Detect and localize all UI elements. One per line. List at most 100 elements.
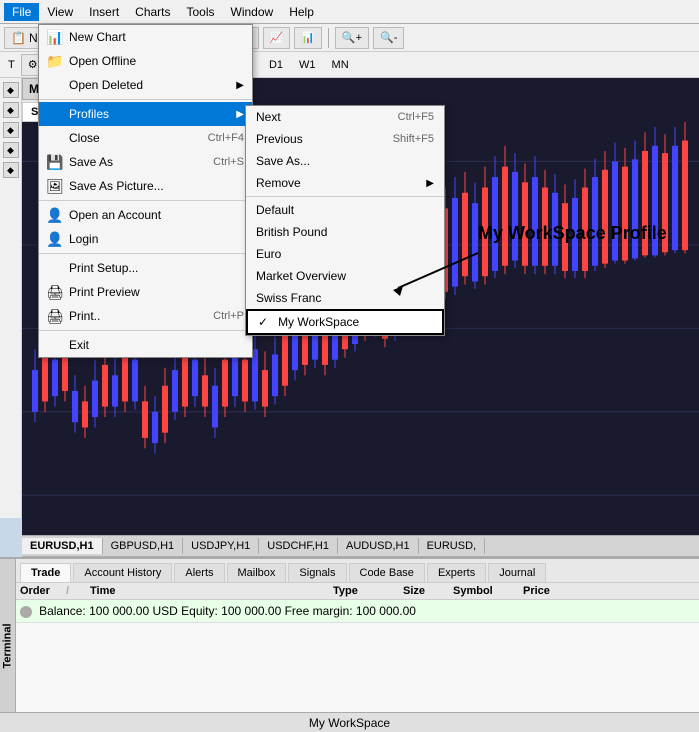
- menu-window[interactable]: Window: [223, 3, 282, 21]
- sidebar-btn-5[interactable]: ◆: [3, 162, 19, 178]
- zoom-in-button[interactable]: 🔍+: [335, 27, 369, 49]
- menu-item-login[interactable]: 👤 Login: [39, 227, 252, 251]
- menu-charts[interactable]: Charts: [127, 3, 178, 21]
- sidebar-btn-1[interactable]: ◆: [3, 82, 19, 98]
- terminal-tab-codebase[interactable]: Code Base: [349, 563, 425, 582]
- chart-tab-gbpusd[interactable]: GBPUSD,H1: [103, 538, 184, 554]
- tf-d1[interactable]: D1: [262, 56, 290, 74]
- print-preview-icon: 🖨: [47, 284, 63, 300]
- tf-w1[interactable]: W1: [292, 56, 323, 74]
- menu-item-print-label: Print..: [69, 309, 207, 323]
- terminal-tabs: Trade Account History Alerts Mailbox Sig…: [16, 559, 699, 583]
- sidebar-btn-2[interactable]: ◆: [3, 102, 19, 118]
- profiles-market-overview-label: Market Overview: [256, 269, 346, 283]
- profiles-item-my-workspace[interactable]: ✓ My WorkSpace: [246, 309, 444, 335]
- terminal-tab-signals[interactable]: Signals: [288, 563, 346, 582]
- terminal-tab-mailbox[interactable]: Mailbox: [227, 563, 287, 582]
- tf-label: T: [4, 59, 19, 71]
- menu-item-save-as-picture[interactable]: 🖼 Save As Picture...: [39, 174, 252, 198]
- zoom-out-button[interactable]: 🔍-: [373, 27, 404, 49]
- chart-tab-usdchf[interactable]: USDCHF,H1: [259, 538, 338, 554]
- profiles-submenu: Next Ctrl+F5 Previous Shift+F5 Save As..…: [245, 105, 445, 336]
- menu-insert[interactable]: Insert: [81, 3, 127, 21]
- col-arrow: /: [66, 585, 86, 597]
- open-account-icon: 👤: [47, 207, 63, 223]
- chart-tab-eurusd[interactable]: EURUSD,H1: [22, 538, 103, 554]
- statusbar: My WorkSpace: [0, 712, 699, 732]
- profiles-save-as-label: Save As...: [256, 154, 310, 168]
- menu-tools[interactable]: Tools: [179, 3, 223, 21]
- open-offline-icon: 📁: [47, 53, 63, 69]
- menu-item-print-setup-label: Print Setup...: [69, 261, 244, 275]
- sidebar-btn-4[interactable]: ◆: [3, 142, 19, 158]
- terminal-tab-account-history[interactable]: Account History: [73, 563, 172, 582]
- chart-tab-usdjpy[interactable]: USDJPY,H1: [183, 538, 259, 554]
- profiles-previous-label: Previous: [256, 132, 303, 146]
- terminal-tab-alerts[interactable]: Alerts: [174, 563, 224, 582]
- chart-icon-button[interactable]: 📈: [263, 27, 291, 49]
- menu-item-close[interactable]: Close Ctrl+F4: [39, 126, 252, 150]
- profiles-euro-label: Euro: [256, 247, 281, 261]
- tf-mn[interactable]: MN: [325, 56, 356, 74]
- menu-item-profiles[interactable]: Profiles ▶: [39, 102, 252, 126]
- col-order: Order: [16, 585, 66, 597]
- balance-text: Balance: 100 000.00 USD Equity: 100 000.…: [39, 604, 416, 618]
- menu-item-save-as[interactable]: 💾 Save As Ctrl+S: [39, 150, 252, 174]
- profiles-icon: [47, 106, 63, 122]
- save-picture-icon: 🖼: [47, 178, 63, 194]
- col-symbol: Symbol: [449, 585, 519, 597]
- menu-item-exit-label: Exit: [69, 338, 244, 352]
- terminal-column-headers: Order / Time Type Size Symbol Price: [16, 583, 699, 600]
- profiles-next-shortcut: Ctrl+F5: [398, 111, 434, 123]
- profiles-item-british-pound[interactable]: British Pound: [246, 221, 444, 243]
- print-setup-icon: [47, 260, 63, 276]
- chart-tabs-bar: EURUSD,H1 GBPUSD,H1 USDJPY,H1 USDCHF,H1 …: [22, 535, 699, 557]
- menu-item-print-setup[interactable]: Print Setup...: [39, 256, 252, 280]
- profiles-arrow: ▶: [236, 109, 244, 120]
- profiles-my-workspace-label: My WorkSpace: [278, 315, 359, 329]
- terminal-tab-experts[interactable]: Experts: [427, 563, 486, 582]
- menu-item-open-account[interactable]: 👤 Open an Account: [39, 203, 252, 227]
- profiles-item-swiss-franc[interactable]: Swiss Franc: [246, 287, 444, 309]
- menu-item-exit[interactable]: Exit: [39, 333, 252, 357]
- menu-file[interactable]: File: [4, 3, 39, 21]
- menu-item-new-chart[interactable]: 📊 New Chart: [39, 25, 252, 49]
- chart2-icon-button[interactable]: 📊: [294, 27, 322, 49]
- terminal-tab-journal[interactable]: Journal: [488, 563, 546, 582]
- terminal-label: Terminal: [0, 559, 16, 732]
- profiles-item-market-overview[interactable]: Market Overview: [246, 265, 444, 287]
- print-shortcut: Ctrl+P: [213, 310, 244, 322]
- sep-4: [39, 330, 252, 331]
- profiles-item-next[interactable]: Next Ctrl+F5: [246, 106, 444, 128]
- profiles-item-save-as[interactable]: Save As...: [246, 150, 444, 172]
- menu-item-save-as-label: Save As: [69, 155, 207, 169]
- close-shortcut: Ctrl+F4: [208, 132, 244, 144]
- profiles-remove-label: Remove: [256, 176, 301, 190]
- col-size: Size: [399, 585, 449, 597]
- profiles-item-remove[interactable]: Remove ▶: [246, 172, 444, 194]
- col-type: Type: [329, 585, 399, 597]
- menu-help[interactable]: Help: [281, 3, 322, 21]
- col-time: Time: [86, 585, 329, 597]
- chart-tab-eurusd2[interactable]: EURUSD,: [419, 538, 486, 554]
- profiles-sep-1: [246, 196, 444, 197]
- terminal-tab-trade[interactable]: Trade: [20, 563, 71, 582]
- menu-item-open-deleted[interactable]: Open Deleted ▶: [39, 73, 252, 97]
- menu-view[interactable]: View: [39, 3, 81, 21]
- menu-item-login-label: Login: [69, 232, 244, 246]
- menu-item-save-as-picture-label: Save As Picture...: [69, 179, 244, 193]
- menu-item-print-preview[interactable]: 🖨 Print Preview: [39, 280, 252, 304]
- print-icon: 🖨: [47, 308, 63, 324]
- menu-item-open-account-label: Open an Account: [69, 208, 244, 222]
- chart-tab-audusd[interactable]: AUDUSD,H1: [338, 538, 419, 554]
- sidebar-btn-3[interactable]: ◆: [3, 122, 19, 138]
- menu-item-open-offline[interactable]: 📁 Open Offline: [39, 49, 252, 73]
- balance-row: Balance: 100 000.00 USD Equity: 100 000.…: [16, 600, 699, 623]
- profiles-item-previous[interactable]: Previous Shift+F5: [246, 128, 444, 150]
- profiles-item-euro[interactable]: Euro: [246, 243, 444, 265]
- sep-2: [39, 200, 252, 201]
- terminal-panel: Terminal Trade Account History Alerts Ma…: [0, 557, 699, 732]
- profiles-item-default[interactable]: Default: [246, 199, 444, 221]
- menu-item-print[interactable]: 🖨 Print.. Ctrl+P: [39, 304, 252, 328]
- open-deleted-arrow: ▶: [236, 80, 244, 91]
